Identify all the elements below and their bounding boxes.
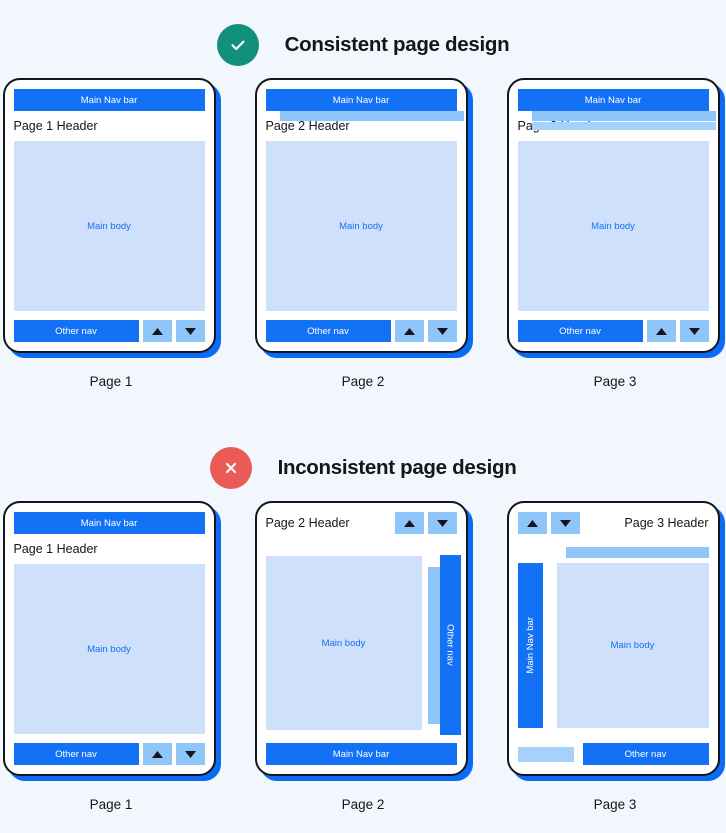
main-nav-label: Main Nav bar [524,617,536,674]
main-nav-bar[interactable]: Main Nav bar [517,89,709,111]
overlay-stripe [279,111,464,121]
phone-col: Main Nav bar Page 1 Header Main body Oth… [2,501,220,812]
section-title: Inconsistent page design [277,456,517,479]
phone-mockup: Page 2 Header Main body Other nav Main N… [254,501,468,776]
other-nav-bar[interactable]: Other nav [517,320,643,342]
phone-caption: Page 2 [341,797,385,812]
main-nav-bar-vertical[interactable]: Main Nav bar [517,563,543,728]
phone-mockup: Main Nav bar Page 1 Header Main body Oth… [2,78,216,353]
arrow-up-icon[interactable] [394,512,424,534]
overlay-stripes [518,547,709,558]
phone-caption: Page 3 [593,374,637,389]
other-nav-label: Other nav [444,624,456,666]
page-header: Page 2 Header [265,515,350,530]
page-header: Page 2 Header [265,118,350,133]
arrow-up-icon[interactable] [142,320,172,342]
other-nav-bar-vertical[interactable]: Other nav [439,555,461,735]
phone-col: Main Nav bar Page 1 Header Main body Oth… [2,78,220,389]
page-header: Page 1 Header [13,118,98,133]
page-header: Page 1 Header [13,541,98,556]
main-nav-bar[interactable]: Main Nav bar [13,89,205,111]
arrow-up-icon[interactable] [646,320,676,342]
phone-row-inconsistent: Main Nav bar Page 1 Header Main body Oth… [0,501,726,812]
page-root: Consistent page design Main Nav bar Page… [0,16,726,833]
main-body: Main body [13,141,205,311]
arrow-down-icon[interactable] [550,512,580,534]
phone-mockup: Page 3 Header Main Nav bar Main body Oth… [506,501,720,776]
main-nav-bar[interactable]: Main Nav bar [265,89,457,111]
arrow-down-icon[interactable] [427,320,457,342]
arrow-down-icon[interactable] [427,512,457,534]
main-body: Main body [265,141,457,311]
phone-col: Main Nav bar Page 3 Header Main body Oth… [506,78,724,389]
main-body: Main body [556,563,709,728]
arrow-up-icon[interactable] [142,743,172,765]
cross-icon [209,447,252,489]
section-title: Consistent page design [284,33,510,56]
main-body: Main body [265,556,422,730]
other-nav-bar[interactable]: Other nav [13,320,139,342]
side-nav-group: Other nav [427,555,461,735]
other-nav-bar[interactable]: Other nav [13,743,139,765]
phone-mockup: Main Nav bar Page 3 Header Main body Oth… [506,78,720,353]
overlay-stripe [531,122,716,130]
phone-caption: Page 3 [593,797,637,812]
phone-mockup: Main Nav bar Page 2 Header Main body Oth… [254,78,468,353]
overlay-stripe [517,746,574,762]
phone-row-consistent: Main Nav bar Page 1 Header Main body Oth… [0,78,726,389]
other-nav-bar[interactable]: Other nav [265,320,391,342]
main-nav-bar[interactable]: Main Nav bar [265,743,457,765]
section-header-inconsistent: Inconsistent page design [0,439,726,497]
main-body: Main body [13,564,205,734]
page-header: Page 3 Header [624,515,709,530]
phone-col: Page 3 Header Main Nav bar Main body Oth… [506,501,724,812]
check-icon [216,24,259,66]
phone-col: Main Nav bar Page 2 Header Main body Oth… [254,78,472,389]
arrow-down-icon[interactable] [175,743,205,765]
arrow-up-icon[interactable] [517,512,547,534]
phone-caption: Page 1 [89,797,133,812]
other-nav-bar[interactable]: Other nav [582,743,709,765]
arrow-up-icon[interactable] [394,320,424,342]
main-body: Main body [517,141,709,311]
section-header-consistent: Consistent page design [0,16,726,74]
phone-col: Page 2 Header Main body Other nav Main N… [254,501,472,812]
arrow-down-icon[interactable] [679,320,709,342]
phone-caption: Page 1 [89,374,133,389]
arrow-down-icon[interactable] [175,320,205,342]
phone-mockup: Main Nav bar Page 1 Header Main body Oth… [2,501,216,776]
overlay-stripe [531,111,716,121]
overlay-stripe [565,547,709,558]
main-nav-bar[interactable]: Main Nav bar [13,512,205,534]
phone-caption: Page 2 [341,374,385,389]
